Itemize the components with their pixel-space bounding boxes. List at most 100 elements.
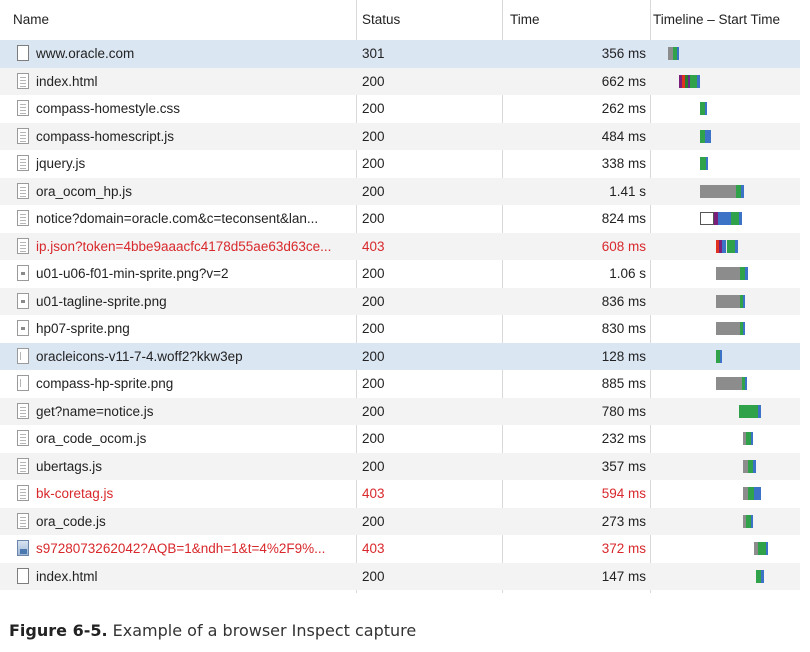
timeline-bar[interactable]	[652, 205, 800, 233]
figure-caption: Figure 6-5. Example of a browser Inspect…	[9, 621, 416, 640]
request-status: 200	[362, 458, 385, 474]
timeline-segment	[718, 212, 731, 226]
request-name[interactable]: www.oracle.com	[36, 40, 354, 68]
timeline-segment	[758, 404, 761, 418]
timeline-bar[interactable]	[652, 123, 800, 151]
column-header-timeline[interactable]: Timeline – Start Time	[653, 0, 780, 40]
timeline-bar[interactable]	[652, 425, 800, 453]
request-row[interactable]: get?name=notice.js 200 780 ms	[0, 397, 800, 426]
request-row[interactable]: oracleicons-v11-7-4.woff2?kkw3ep 200 128 m…	[0, 342, 800, 371]
timeline-bar[interactable]	[652, 40, 800, 68]
column-header-name[interactable]: Name	[13, 0, 49, 40]
request-name[interactable]: ubertags.js	[36, 453, 354, 481]
request-row[interactable]: index.html 200 662 ms	[0, 67, 800, 96]
timeline-bar[interactable]	[652, 508, 800, 536]
request-name[interactable]: bk-coretag.js	[36, 480, 354, 508]
timeline-segment	[697, 74, 700, 88]
request-row[interactable]: compass-homescript.js 200 484 ms	[0, 122, 800, 151]
timeline-bar[interactable]	[652, 233, 800, 261]
timeline-bar[interactable]	[652, 68, 800, 96]
timeline-bar[interactable]	[652, 95, 800, 123]
column-header-time[interactable]: Time	[510, 0, 540, 40]
timeline-bar[interactable]	[652, 288, 800, 316]
request-time: 232 ms	[601, 431, 646, 446]
request-name[interactable]: compass-homescript.js	[36, 123, 354, 151]
request-row[interactable]: hp07-sprite.png 200 830 ms	[0, 315, 800, 343]
timeline-bar[interactable]	[652, 535, 800, 563]
timeline-bar[interactable]	[652, 480, 800, 508]
request-row[interactable]: ip.json?token=4bbe9aaacfc4178d55ae63d63c…	[0, 232, 800, 261]
request-name[interactable]: s9728073262042?AQB=1&ndh=1&t=4%2F9%...	[36, 535, 354, 563]
request-name[interactable]: index.html	[36, 68, 354, 96]
request-row[interactable]: notice?domain=oracle.com&c=teconsent&lan…	[0, 205, 800, 233]
request-row[interactable]: index.html 200 147 ms	[0, 562, 800, 591]
timeline-bar[interactable]	[652, 398, 800, 426]
request-row[interactable]: u01-tagline-sprite.png 200 836 ms	[0, 287, 800, 316]
timeline-segment	[690, 74, 697, 88]
timeline-bar[interactable]	[652, 563, 800, 591]
request-status: 403	[362, 238, 385, 254]
request-name[interactable]: ora_code.js	[36, 508, 354, 536]
timeline-segment	[700, 184, 736, 198]
timeline-segment	[677, 47, 679, 61]
column-header-row: Name Status Time Timeline – Start Time	[0, 0, 800, 41]
timeline-segment	[705, 129, 711, 143]
font-icon	[17, 375, 29, 391]
network-panel: Name Status Time Timeline – Start Time w…	[0, 0, 810, 593]
timeline-bar[interactable]	[652, 315, 800, 343]
request-row[interactable]: u01-u06-f01-min-sprite.png?v=2 200 1.06 s	[0, 260, 800, 288]
timeline-segment	[761, 569, 764, 583]
request-name[interactable]: compass-hp-sprite.png	[36, 370, 354, 398]
request-row[interactable]: compass-hp-sprite.png 200 885 ms	[0, 370, 800, 398]
request-name[interactable]: hp07-sprite.png	[36, 315, 354, 343]
timeline-bar[interactable]	[652, 453, 800, 481]
timeline-segment	[751, 432, 753, 446]
request-name[interactable]: get?name=notice.js	[36, 398, 354, 426]
request-row[interactable]: ubertags.js 200 357 ms	[0, 452, 800, 481]
request-row[interactable]: ora_code.js 200 273 ms	[0, 507, 800, 536]
request-name[interactable]: u01-u06-f01-min-sprite.png?v=2	[36, 260, 354, 288]
column-header-status[interactable]: Status	[362, 0, 400, 40]
request-name[interactable]: jquery.js	[36, 150, 354, 178]
timeline-segment	[727, 239, 735, 253]
timeline-segment	[700, 212, 714, 226]
request-row[interactable]: compass-homestyle.css 200 262 ms	[0, 95, 800, 123]
request-row[interactable]: bk-coretag.js 403 594 ms	[0, 480, 800, 508]
request-name[interactable]: ora_ocom_hp.js	[36, 178, 354, 206]
document-icon	[17, 182, 29, 199]
timeline-bar[interactable]	[652, 260, 800, 288]
timeline-segment	[739, 212, 742, 226]
request-status: 200	[362, 293, 385, 309]
request-status: 200	[362, 73, 385, 89]
timeline-bar[interactable]	[652, 370, 800, 398]
request-status: 200	[362, 376, 385, 391]
timeline-bar[interactable]	[652, 150, 800, 178]
request-status: 200	[362, 568, 385, 584]
request-name[interactable]: u01-tagline-sprite.png	[36, 288, 354, 316]
timeline-segment	[751, 514, 753, 528]
document-icon	[17, 155, 29, 171]
request-row[interactable]: ora_code_ocom.js 200 232 ms	[0, 425, 800, 453]
request-name[interactable]: oracleicons-v11-7-4.woff2?kkw3ep	[36, 343, 354, 371]
request-row[interactable]: www.oracle.com 301 356 ms	[0, 40, 800, 68]
request-name[interactable]: ip.json?token=4bbe9aaacfc4178d55ae63d63c…	[36, 233, 354, 261]
request-name[interactable]: index.html	[36, 563, 354, 591]
request-time: 662 ms	[601, 73, 646, 89]
request-name[interactable]: ora_code_ocom.js	[36, 425, 354, 453]
request-time: 338 ms	[601, 156, 646, 171]
request-row[interactable]: ora_ocom_hp.js 200 1.41 s	[0, 177, 800, 206]
timeline-bar[interactable]	[652, 343, 800, 371]
request-name[interactable]: compass-homestyle.css	[36, 95, 354, 123]
request-status: 200	[362, 513, 385, 529]
request-status: 200	[362, 266, 385, 281]
request-time: 830 ms	[601, 321, 646, 336]
document-icon	[17, 485, 29, 501]
request-row[interactable]: jquery.js 200 338 ms	[0, 150, 800, 178]
timeline-bar[interactable]	[652, 178, 800, 206]
timeline-segment	[753, 459, 756, 473]
request-time: 128 ms	[601, 348, 646, 364]
request-name[interactable]: notice?domain=oracle.com&c=teconsent&lan…	[36, 205, 354, 233]
request-time: 780 ms	[601, 403, 646, 419]
timeline-segment	[758, 542, 766, 556]
request-row[interactable]: s9728073262042?AQB=1&ndh=1&t=4%2F9%... 40…	[0, 535, 800, 563]
